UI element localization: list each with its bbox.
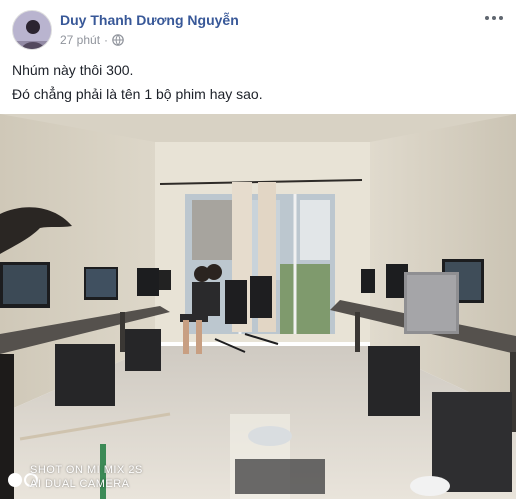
more-options-button[interactable] [482,10,506,26]
more-dot-icon [492,16,496,20]
watermark-line-2: AI DUAL CAMERA [30,478,130,490]
office-room-photo [0,114,516,499]
post-text-line-2: Đó chẳng phải là tên 1 bộ phim hay sao. [12,86,263,102]
camera-watermark: SHOT ON MI MIX 2S AI DUAL CAMERA [30,463,143,491]
post-meta: 27 phút · [60,33,124,47]
post-time[interactable]: 27 phút [60,33,100,47]
post-photo[interactable]: SHOT ON MI MIX 2S AI DUAL CAMERA [0,114,516,499]
watermark-line-1: SHOT ON MI MIX 2S [30,464,143,476]
post-text-line-1: Nhúm này thôi 300. [12,62,134,78]
author-name[interactable]: Duy Thanh Dương Nguyễn [60,12,239,28]
facebook-post: Duy Thanh Dương Nguyễn 27 phút · Nhúm nà… [0,0,516,499]
more-dot-icon [499,16,503,20]
avatar[interactable] [12,10,52,50]
more-dot-icon [485,16,489,20]
globe-icon[interactable] [112,34,124,46]
avatar-image [13,11,51,49]
post-header: Duy Thanh Dương Nguyễn 27 phút · [0,0,516,56]
